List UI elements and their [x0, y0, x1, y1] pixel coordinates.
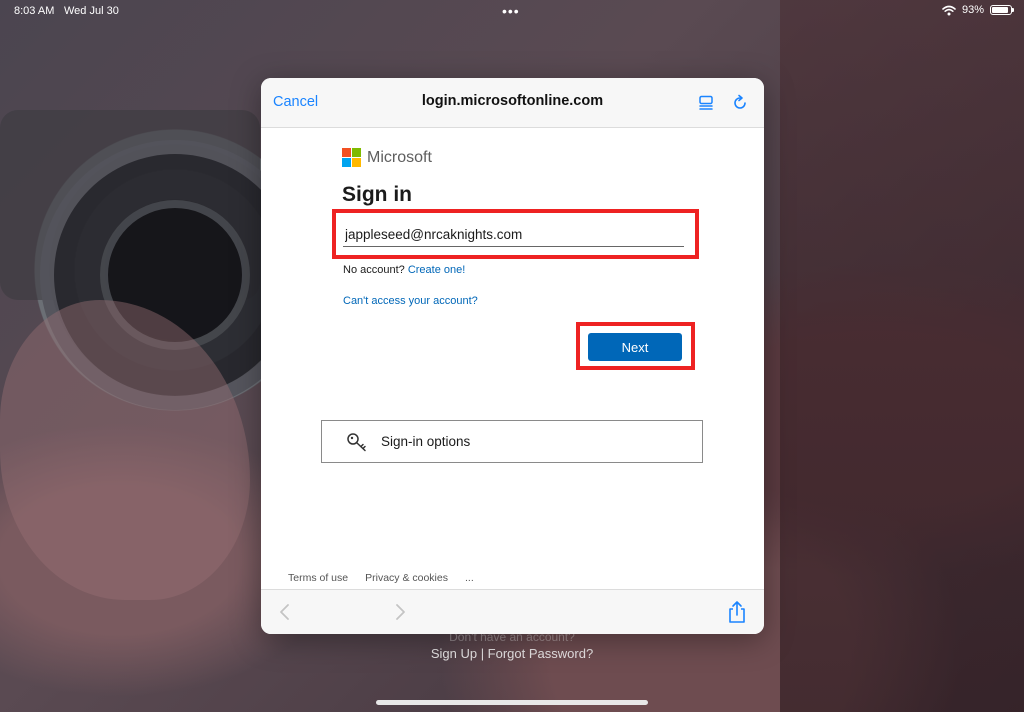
signin-options-button[interactable]: Sign-in options [321, 420, 703, 463]
signin-content: Microsoft Sign in No account? Create one… [261, 128, 764, 588]
battery-icon [990, 5, 1014, 15]
no-account-text: No account? [343, 264, 405, 276]
browser-header: Cancel login.microsoftonline.com [261, 78, 764, 128]
status-right: 93% [942, 4, 1014, 16]
background-signup-text: Sign Up | Forgot Password? [430, 646, 594, 661]
home-indicator[interactable] [376, 700, 648, 705]
terms-of-use-link[interactable]: Terms of use [288, 572, 348, 584]
page-title: Sign in [342, 183, 412, 206]
battery-fill [992, 7, 1008, 13]
microsoft-logo-icon [342, 148, 361, 167]
multitasking-dots-icon[interactable]: ••• [502, 3, 520, 19]
status-time: 8:03 AM [14, 5, 55, 17]
share-icon[interactable] [727, 600, 747, 624]
microsoft-logo: Microsoft [342, 148, 432, 167]
status-bar: 8:03 AM Wed Jul 30 ••• 93% [0, 0, 1024, 22]
logo-square-green [352, 148, 361, 157]
next-button[interactable]: Next [588, 333, 682, 361]
forward-chevron-icon[interactable] [393, 602, 407, 622]
key-icon [347, 433, 366, 452]
footer-links: Terms of use Privacy & cookies ... [288, 572, 474, 584]
hair-shape [780, 0, 1024, 712]
create-account-link[interactable]: Create one! [408, 264, 465, 276]
back-chevron-icon[interactable] [278, 602, 292, 622]
cant-access-link[interactable]: Can't access your account? [343, 295, 478, 307]
privacy-cookies-link[interactable]: Privacy & cookies [365, 572, 448, 584]
reload-icon[interactable] [731, 94, 749, 112]
microsoft-brand-text: Microsoft [367, 148, 432, 166]
status-date: Wed Jul 30 [64, 5, 119, 17]
browser-toolbar [261, 589, 764, 634]
signin-options-label: Sign-in options [381, 434, 471, 449]
battery-percent: 93% [961, 4, 984, 16]
wifi-icon [942, 5, 956, 15]
reader-mode-icon[interactable] [697, 94, 715, 112]
logo-square-blue [342, 158, 351, 167]
logo-square-yellow [352, 158, 361, 167]
email-input[interactable] [343, 222, 684, 247]
url-title: login.microsoftonline.com [421, 93, 604, 109]
more-options-icon[interactable]: ... [465, 572, 474, 584]
no-account-line: No account? Create one! [343, 264, 465, 276]
logo-square-red [342, 148, 351, 157]
browser-sheet: Cancel login.microsoftonline.com Microso… [261, 78, 764, 634]
